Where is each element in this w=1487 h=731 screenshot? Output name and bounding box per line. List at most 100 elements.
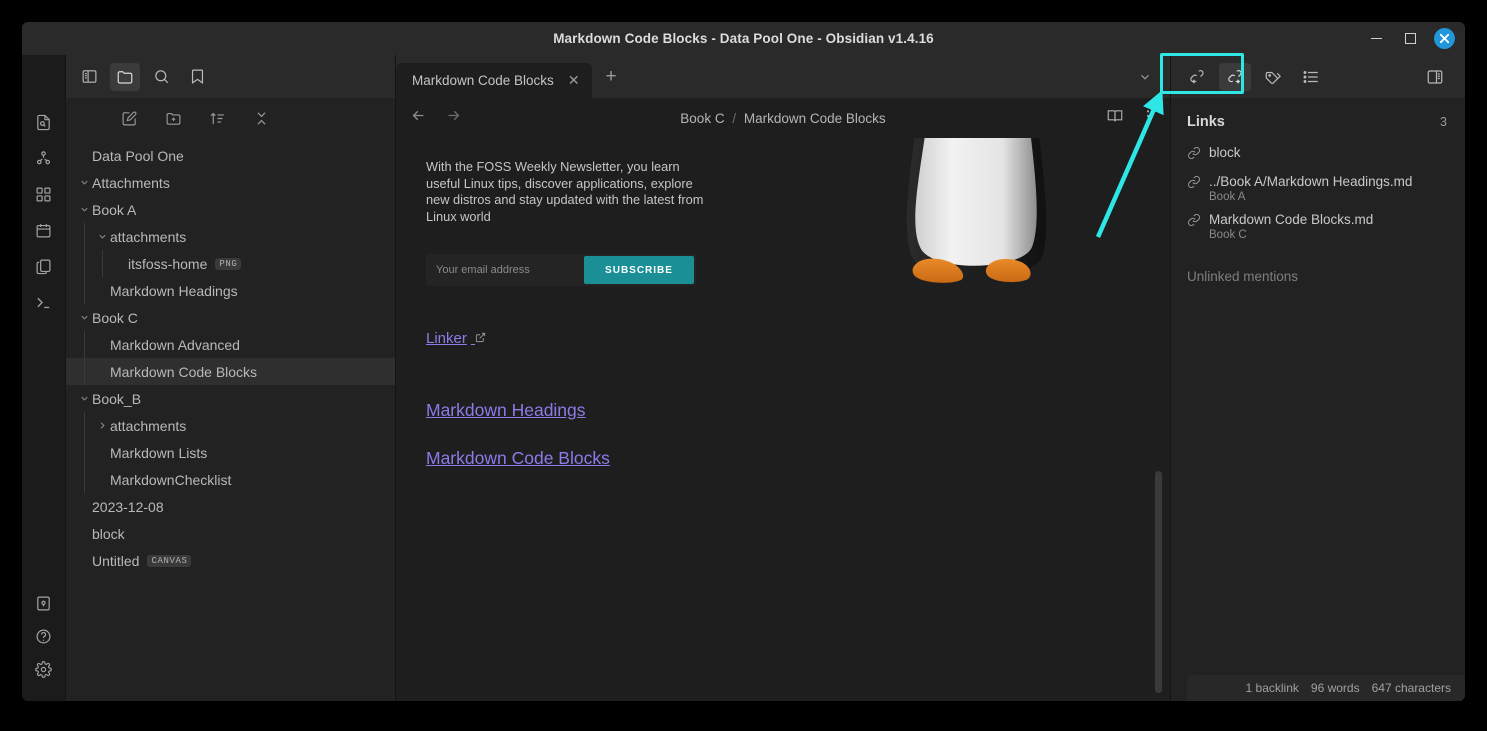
indent-guide — [84, 331, 85, 358]
chevron-down-icon[interactable] — [76, 312, 92, 323]
obsidian-window: Markdown Code Blocks - Data Pool One - O… — [22, 22, 1465, 701]
file-tree[interactable]: Data Pool One Attachments Book A attachment… — [66, 138, 395, 701]
newsletter-embed: With the FOSS Weekly Newsletter, you lea… — [426, 138, 1106, 312]
graph-view-icon[interactable] — [29, 143, 59, 173]
status-words: 96 words — [1310, 681, 1360, 695]
link-title: ../Book A/Markdown Headings.md — [1209, 174, 1413, 189]
canvas-grid-icon[interactable] — [29, 179, 59, 209]
email-input[interactable]: Your email address — [426, 264, 584, 276]
ribbon-bottom-icons — [29, 585, 59, 701]
indent-guide — [84, 466, 85, 493]
new-note-icon[interactable] — [115, 104, 145, 132]
tab-markdown-code-blocks[interactable]: Markdown Code Blocks ✕ — [396, 63, 592, 98]
back-button[interactable] — [410, 107, 427, 129]
file-tree-item-book-b[interactable]: Book_B — [66, 385, 395, 412]
link-list-item[interactable]: block — [1171, 140, 1465, 169]
breadcrumb-parent[interactable]: Book C — [680, 111, 724, 126]
chevron-right-icon[interactable] — [94, 420, 110, 431]
unlinked-mentions-header[interactable]: Unlinked mentions — [1171, 245, 1465, 284]
note-link-markdown-code-blocks[interactable]: Markdown Code Blocks — [426, 448, 610, 469]
link-list-item[interactable]: ../Book A/Markdown Headings.md Book A — [1171, 169, 1465, 207]
new-tab-button[interactable]: + — [592, 55, 631, 98]
file-tree-item-attachments[interactable]: Attachments — [66, 169, 395, 196]
file-tree-item-untitled[interactable]: Untitled CANVAS — [66, 547, 395, 574]
indent-guide — [84, 439, 85, 466]
file-tree-item-markdown-code-blocks[interactable]: Markdown Code Blocks — [66, 358, 395, 385]
title-bar: Markdown Code Blocks - Data Pool One - O… — [22, 22, 1465, 55]
file-tree-item-markdown-advanced[interactable]: Markdown Advanced — [66, 331, 395, 358]
bookmark-icon[interactable] — [182, 63, 212, 91]
file-tree-item-label: Book C — [92, 309, 138, 326]
file-search-icon[interactable] — [29, 107, 59, 137]
note-content[interactable]: With the FOSS Weekly Newsletter, you lea… — [396, 138, 1170, 701]
subscribe-button[interactable]: SUBSCRIBE — [584, 256, 694, 284]
link-text-wrapper: ../Book A/Markdown Headings.md Book A — [1209, 173, 1412, 203]
status-characters: 647 characters — [1371, 681, 1451, 695]
search-icon[interactable] — [146, 63, 176, 91]
file-tree-item-block[interactable]: block — [66, 520, 395, 547]
newsletter-form: Your email address SUBSCRIBE — [426, 254, 696, 286]
minimize-button[interactable] — [1366, 29, 1386, 49]
chevron-down-icon[interactable] — [76, 177, 92, 188]
link-icon — [1187, 213, 1201, 232]
file-tree-item-label: Markdown Code Blocks — [110, 363, 258, 380]
breadcrumb-current[interactable]: Markdown Code Blocks — [744, 111, 886, 126]
chevron-down-icon[interactable] — [1128, 55, 1162, 98]
collapse-all-icon[interactable] — [247, 104, 277, 132]
file-tree-item-attachments[interactable]: attachments — [66, 223, 395, 250]
terminal-icon[interactable] — [29, 287, 59, 317]
templates-copy-icon[interactable] — [29, 251, 59, 281]
tags-icon[interactable] — [1257, 63, 1289, 91]
sort-icon[interactable] — [203, 104, 233, 132]
more-options-icon[interactable] — [1140, 108, 1156, 129]
new-folder-icon[interactable] — [159, 104, 189, 132]
file-tree-item-book-a[interactable]: Book A — [66, 196, 395, 223]
file-tree-item-label: Book_B — [92, 390, 142, 407]
file-tree-item-data-pool-one[interactable]: Data Pool One — [66, 142, 395, 169]
file-tree-item-2023-12-08[interactable]: 2023-12-08 — [66, 493, 395, 520]
link-subtitle: Book A — [1209, 191, 1246, 203]
settings-gear-icon[interactable] — [29, 654, 59, 684]
content-scrollbar[interactable] — [1155, 471, 1162, 693]
right-sidebar: Links 3 block ../Book A/Markdown Headings… — [1170, 55, 1465, 701]
backlinks-icon[interactable] — [1181, 63, 1213, 91]
link-title: Markdown Code Blocks.md — [1209, 212, 1374, 227]
window-controls — [1366, 22, 1455, 55]
reading-view-icon[interactable] — [1106, 107, 1124, 130]
folder-icon[interactable] — [110, 62, 140, 91]
close-icon[interactable]: ✕ — [568, 72, 580, 89]
chevron-down-icon[interactable] — [76, 204, 92, 215]
file-type-badge: PNG — [215, 257, 242, 270]
calendar-icon[interactable] — [29, 215, 59, 245]
file-type-badge: CANVAS — [147, 554, 192, 567]
note-link-linker[interactable]: Linker — [426, 330, 486, 347]
maximize-button[interactable] — [1400, 29, 1420, 49]
file-tree-item-label: Untitled — [92, 552, 140, 569]
file-tree-item-label: block — [92, 525, 125, 542]
file-tree-item-book-c[interactable]: Book C — [66, 304, 395, 331]
close-icon — [1439, 33, 1450, 44]
file-tree-item-label: attachments — [110, 228, 187, 245]
help-icon[interactable] — [29, 621, 59, 651]
toggle-left-sidebar-icon[interactable] — [74, 63, 104, 91]
close-button[interactable] — [1434, 28, 1455, 49]
vault-switcher-icon[interactable] — [29, 588, 59, 618]
chevron-down-icon[interactable] — [94, 231, 110, 242]
file-tree-item-markdownchecklist[interactable]: MarkdownChecklist — [66, 466, 395, 493]
outline-icon[interactable] — [1295, 63, 1327, 91]
forward-button[interactable] — [445, 107, 462, 129]
status-bar: 1 backlink 96 words 647 characters — [1187, 675, 1465, 701]
note-link-markdown-headings[interactable]: Markdown Headings — [426, 400, 586, 421]
indent-guide — [84, 358, 85, 385]
outgoing-links-icon[interactable] — [1219, 62, 1251, 91]
file-tree-item-markdown-headings[interactable]: Markdown Headings — [66, 277, 395, 304]
file-tree-item-markdown-lists[interactable]: Markdown Lists — [66, 439, 395, 466]
file-tree-item-label: Data Pool One — [92, 147, 184, 164]
toggle-right-sidebar-icon[interactable] — [1419, 63, 1451, 91]
pane-header: Book C / Markdown Code Blocks — [396, 98, 1170, 138]
file-tree-item-attachments[interactable]: attachments — [66, 412, 395, 439]
link-list-item[interactable]: Markdown Code Blocks.md Book C — [1171, 207, 1465, 245]
tab-bar: Markdown Code Blocks ✕ + — [396, 55, 1170, 98]
chevron-down-icon[interactable] — [76, 393, 92, 404]
file-tree-item-itsfoss-home[interactable]: itsfoss-home PNG — [66, 250, 395, 277]
